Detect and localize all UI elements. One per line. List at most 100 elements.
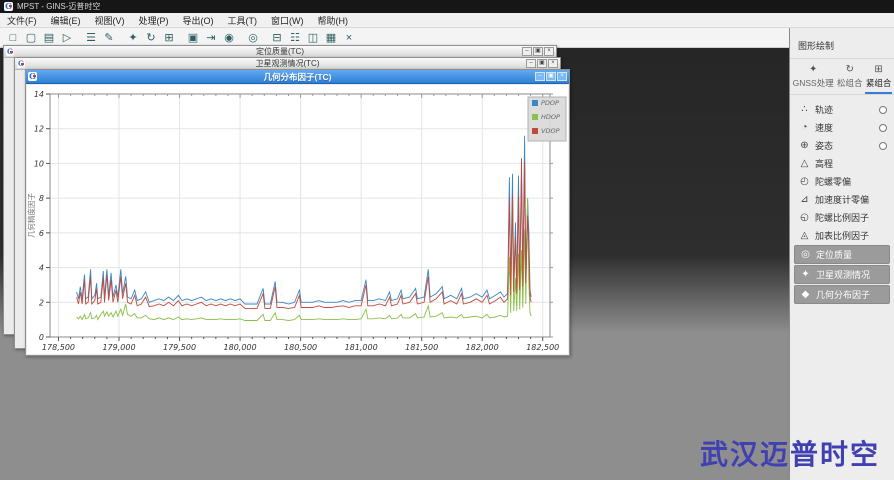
close-button[interactable]: × xyxy=(548,59,558,68)
menu-item[interactable]: 处理(P) xyxy=(132,13,176,27)
gdop-chart: 178,500179,000179,500180,000180,500181,0… xyxy=(27,85,570,355)
tab-紧组合[interactable]: ⊞ 紧组合 xyxy=(865,63,893,94)
sidebar-item-陀螺比例因子[interactable]: ◵陀螺比例因子 xyxy=(794,209,890,226)
sidebar-item-速度[interactable]: ◔速度 xyxy=(794,119,890,136)
app-logo-icon: G xyxy=(4,2,13,11)
minimize-button[interactable]: – xyxy=(526,59,536,68)
sidebar-item-几何分布因子[interactable]: ◆几何分布因子 xyxy=(794,285,890,304)
export-window-icon[interactable]: ⇥ xyxy=(203,30,219,46)
app-titlebar[interactable]: G MPST - GINS-迈普时空 xyxy=(0,0,894,13)
close-button[interactable]: × xyxy=(544,47,554,56)
minimize-button[interactable]: – xyxy=(522,47,532,56)
menu-item[interactable]: 文件(F) xyxy=(0,13,44,27)
task-list-icon[interactable]: ☰ xyxy=(83,30,99,46)
menu-item[interactable]: 窗口(W) xyxy=(264,13,311,27)
svg-text:179,500: 179,500 xyxy=(163,343,196,352)
sidebar-item-轨迹[interactable]: ∴轨迹 xyxy=(794,101,890,118)
link-rings-icon[interactable]: ◎ xyxy=(245,30,261,46)
gyro-bias-icon: ◴ xyxy=(797,174,812,189)
svg-text:180,500: 180,500 xyxy=(284,343,317,352)
active-window-titlebar[interactable]: G 几何分布因子(TC) –▣× xyxy=(26,70,569,84)
svg-text:HDOP: HDOP xyxy=(541,113,560,121)
svg-text:178,500: 178,500 xyxy=(42,343,75,352)
tab-label: GNSS处理 xyxy=(793,77,834,89)
sidebar-item-label: 轨迹 xyxy=(815,103,833,116)
svg-text:几何精度因子: 几何精度因子 xyxy=(27,193,36,238)
item-toggle-radio[interactable] xyxy=(879,142,887,150)
close-button[interactable]: × xyxy=(557,72,567,81)
svg-text:VDOP: VDOP xyxy=(541,127,560,135)
window-title: 卫星观测情况(TC) xyxy=(15,58,560,69)
panel-tabs: ✦ GNSS处理 ↻ 松组合 ⊞ 紧组合 xyxy=(790,59,894,95)
accel-bias-icon: ⊿ xyxy=(797,192,812,207)
elevation-icon: △ xyxy=(797,156,812,171)
tile-horizontal-icon[interactable]: ☷ xyxy=(287,30,303,46)
maximize-button[interactable]: ▣ xyxy=(533,47,543,56)
maximize-button[interactable]: ▣ xyxy=(537,59,547,68)
cascade-windows-icon[interactable]: ▦ xyxy=(323,30,339,46)
item-toggle-radio[interactable] xyxy=(879,124,887,132)
svg-text:182,000: 182,000 xyxy=(466,343,499,352)
tab-GNSS处理[interactable]: ✦ GNSS处理 xyxy=(792,63,835,94)
mdi-workspace: G 定位质量(TC) –▣× G 卫星观测情况(TC) –▣× G 几何分布因子… xyxy=(0,48,789,480)
item-toggle-radio[interactable] xyxy=(879,106,887,114)
menu-item[interactable]: 视图(V) xyxy=(88,13,132,27)
menu-item[interactable]: 帮助(H) xyxy=(311,13,356,27)
sidebar-item-姿态[interactable]: ⊕姿态 xyxy=(794,137,890,154)
svg-text:0: 0 xyxy=(39,333,44,342)
svg-text:10: 10 xyxy=(34,159,44,168)
plot-window-icon[interactable]: ▣ xyxy=(185,30,201,46)
grid-window-icon[interactable]: ⊟ xyxy=(269,30,285,46)
sidebar-item-卫星观测情况[interactable]: ✦卫星观测情况 xyxy=(794,265,890,284)
draw-brush-icon[interactable]: ✎ xyxy=(101,30,117,46)
svg-text:14: 14 xyxy=(34,90,44,99)
sidebar-item-加速度计零偏[interactable]: ⊿加速度计零偏 xyxy=(794,191,890,208)
accel-scale-icon: ◬ xyxy=(797,228,812,243)
menu-item[interactable]: 编辑(E) xyxy=(44,13,88,27)
svg-text:8: 8 xyxy=(39,194,44,203)
svg-text:12: 12 xyxy=(34,125,44,134)
gnss-satellite-icon[interactable]: ✦ xyxy=(125,30,141,46)
menu-item[interactable]: 导出(O) xyxy=(176,13,221,27)
sidebar-item-定位质量[interactable]: ◎定位质量 xyxy=(794,245,890,264)
sidebar-item-高程[interactable]: △高程 xyxy=(794,155,890,172)
application-window: G MPST - GINS-迈普时空 文件(F)编辑(E)视图(V)处理(P)导… xyxy=(0,0,894,480)
close-all-icon[interactable]: × xyxy=(341,30,357,46)
panel-item-list: ∴轨迹◔速度⊕姿态△高程◴陀螺零偏⊿加速度计零偏◵陀螺比例因子◬加表比例因子◎定… xyxy=(790,95,894,304)
sidebar-item-label: 高程 xyxy=(815,157,833,170)
google-earth-icon[interactable]: ◉ xyxy=(221,30,237,46)
tile-vertical-icon[interactable]: ◫ xyxy=(305,30,321,46)
window-gdop-active[interactable]: G 几何分布因子(TC) –▣× 178,500179,000179,50018… xyxy=(25,69,570,356)
window-title: 定位质量(TC) xyxy=(4,46,556,57)
loose-combination-icon: ↻ xyxy=(846,65,854,75)
loose-couple-icon[interactable]: ↻ xyxy=(143,30,159,46)
tab-label: 紧组合 xyxy=(866,77,892,89)
tab-松组合[interactable]: ↻ 松组合 xyxy=(836,63,864,94)
sidebar-item-加表比例因子[interactable]: ◬加表比例因子 xyxy=(794,227,890,244)
satellite-observation-icon: ✦ xyxy=(798,267,813,282)
svg-text:180,000: 180,000 xyxy=(224,343,257,352)
gyro-scale-icon: ◵ xyxy=(797,210,812,225)
svg-text:182,500: 182,500 xyxy=(526,343,559,352)
speed-icon: ◔ xyxy=(797,120,812,135)
new-file-icon[interactable]: □ xyxy=(5,30,21,46)
sidebar-item-label: 定位质量 xyxy=(816,248,852,261)
menu-item[interactable]: 工具(T) xyxy=(221,13,265,27)
run-export-icon[interactable]: ▷ xyxy=(59,30,75,46)
svg-text:2: 2 xyxy=(39,298,44,307)
svg-text:PDOP: PDOP xyxy=(541,99,559,107)
trajectory-icon: ∴ xyxy=(797,102,812,117)
attitude-icon: ⊕ xyxy=(797,138,812,153)
menu-bar: 文件(F)编辑(E)视图(V)处理(P)导出(O)工具(T)窗口(W)帮助(H) xyxy=(0,13,894,28)
tight-combination-icon: ⊞ xyxy=(874,65,882,75)
tight-couple-icon[interactable]: ⊞ xyxy=(161,30,177,46)
report-icon[interactable]: ▤ xyxy=(41,30,57,46)
maximize-button[interactable]: ▣ xyxy=(546,72,556,81)
satellite-icon: ✦ xyxy=(809,65,817,75)
minimize-button[interactable]: – xyxy=(535,72,545,81)
svg-text:181,000: 181,000 xyxy=(345,343,378,352)
tab-label: 松组合 xyxy=(837,77,863,89)
open-file-icon[interactable]: ▢ xyxy=(23,30,39,46)
plot-control-panel: 图形绘制 ✦GNSS处理↻松组合⊞紧组合 ∴轨迹◔速度⊕姿态△高程◴陀螺零偏⊿加… xyxy=(789,28,894,480)
sidebar-item-陀螺零偏[interactable]: ◴陀螺零偏 xyxy=(794,173,890,190)
